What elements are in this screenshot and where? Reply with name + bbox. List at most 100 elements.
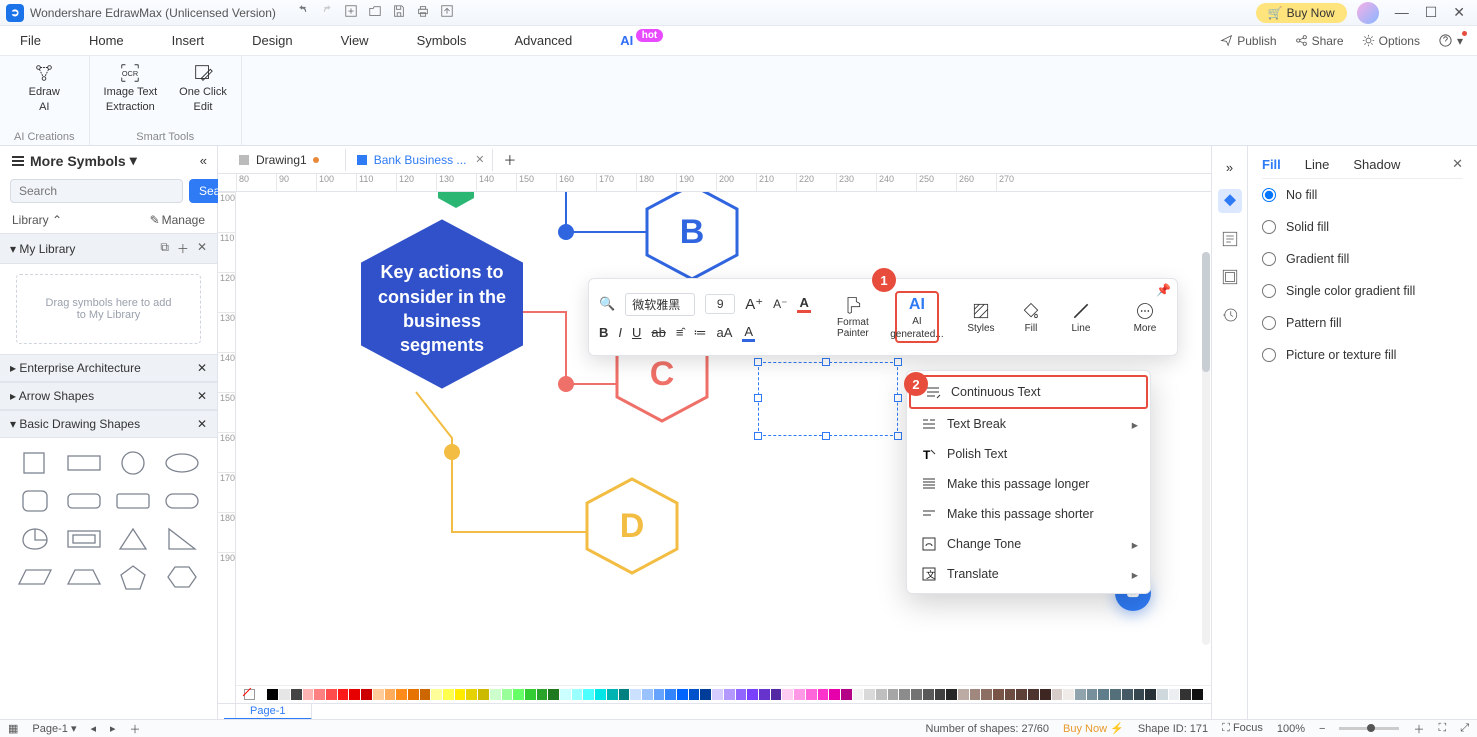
color-swatch[interactable] [724, 689, 735, 700]
manage-library-button[interactable]: ✎Manage [150, 213, 205, 227]
color-swatch[interactable] [267, 689, 278, 700]
line-button[interactable]: Line [1059, 301, 1103, 334]
color-swatch[interactable] [385, 689, 396, 700]
buy-now-button[interactable]: 🛒 Buy Now [1256, 3, 1347, 23]
font-color-icon[interactable]: A [797, 295, 810, 313]
color-swatch[interactable] [1169, 689, 1180, 700]
color-swatch[interactable] [1122, 689, 1133, 700]
undo-icon[interactable] [296, 4, 310, 21]
strikethrough-icon[interactable]: ab [651, 325, 665, 340]
open-icon[interactable] [368, 4, 382, 21]
zoom-text-icon[interactable]: 🔍 [599, 296, 615, 312]
menu-view[interactable]: View [341, 33, 369, 48]
underline-icon[interactable]: U [632, 325, 641, 340]
drawing-canvas[interactable]: Key actions to consider in the business … [236, 192, 1211, 685]
fill-option-none[interactable]: No fill [1262, 179, 1463, 211]
color-swatch[interactable] [607, 689, 618, 700]
page-tab-1[interactable]: Page-1 [224, 704, 312, 720]
share-button[interactable]: Share [1295, 34, 1344, 48]
color-swatch[interactable] [560, 689, 571, 700]
selection-handle[interactable] [822, 358, 830, 366]
color-swatch[interactable] [1005, 689, 1016, 700]
no-color-swatch[interactable] [244, 689, 255, 700]
color-swatch[interactable] [806, 689, 817, 700]
tab-fill[interactable]: Fill [1262, 157, 1281, 172]
shape-rounded-rect2[interactable] [111, 484, 156, 518]
panel-close-icon[interactable]: ✕ [1452, 156, 1463, 172]
selection-handle[interactable] [894, 358, 902, 366]
pin-icon[interactable]: 📌 [1156, 283, 1171, 297]
export-icon[interactable] [440, 4, 454, 21]
color-swatch[interactable] [1075, 689, 1086, 700]
shape-triangle[interactable] [111, 522, 156, 556]
help-button[interactable]: ▾ [1438, 33, 1463, 48]
shape-ellipse[interactable] [160, 446, 205, 480]
color-swatch[interactable] [888, 689, 899, 700]
color-swatch[interactable] [794, 689, 805, 700]
category-basic-drawing-shapes[interactable]: ▾ Basic Drawing Shapes✕ [0, 410, 217, 438]
color-swatch[interactable] [1028, 689, 1039, 700]
fill-tool-icon[interactable] [1218, 189, 1242, 213]
selection-handle[interactable] [754, 394, 762, 402]
fit-page-icon[interactable]: ⛶ [1438, 722, 1446, 735]
color-swatch[interactable] [853, 689, 864, 700]
styles-button[interactable]: Styles [959, 301, 1003, 334]
color-swatch[interactable] [1110, 689, 1121, 700]
color-swatch[interactable] [396, 689, 407, 700]
vertical-scrollbar[interactable] [1202, 252, 1210, 645]
color-swatch[interactable] [525, 689, 536, 700]
mylib-copy-icon[interactable]: ⧉ [160, 240, 169, 257]
menu-ai[interactable]: AIhot [620, 33, 633, 48]
color-swatch[interactable] [1180, 689, 1191, 700]
color-swatch[interactable] [864, 689, 875, 700]
history-tool-icon[interactable] [1218, 303, 1242, 327]
ctx-make-shorter[interactable]: Make this passage shorter [907, 499, 1150, 529]
color-swatch[interactable] [689, 689, 700, 700]
selection-handle[interactable] [822, 432, 830, 440]
shape-parallelogram[interactable] [12, 560, 57, 594]
tab-shadow[interactable]: Shadow [1353, 157, 1400, 172]
color-swatch[interactable] [759, 689, 770, 700]
selection-handle[interactable] [754, 432, 762, 440]
color-swatch[interactable] [455, 689, 466, 700]
menu-home[interactable]: Home [89, 33, 124, 48]
zoom-out-icon[interactable]: − [1319, 723, 1325, 735]
color-swatch[interactable] [279, 689, 290, 700]
color-swatch[interactable] [466, 689, 477, 700]
color-swatch[interactable] [911, 689, 922, 700]
ctx-polish-text[interactable]: TPolish Text [907, 439, 1150, 469]
selection-handle[interactable] [894, 432, 902, 440]
ctx-text-break[interactable]: Text Break▸ [907, 409, 1150, 439]
color-swatch[interactable] [841, 689, 852, 700]
format-painter-button[interactable]: Format Painter [831, 295, 875, 339]
publish-button[interactable]: Publish [1220, 34, 1276, 48]
color-swatch[interactable] [1145, 689, 1156, 700]
hex-b[interactable]: B [642, 192, 742, 282]
color-swatch[interactable] [1134, 689, 1145, 700]
cat-close-icon[interactable]: ✕ [197, 361, 207, 375]
color-swatch[interactable] [747, 689, 758, 700]
menu-advanced[interactable]: Advanced [514, 33, 572, 48]
color-swatch[interactable] [1157, 689, 1168, 700]
bullet-list-icon[interactable]: ≔ [693, 325, 706, 341]
color-swatch[interactable] [326, 689, 337, 700]
ai-generated-button[interactable]: AI AI generated... [895, 291, 939, 343]
banner-payment[interactable]: Payment Continue to leverage alternative… [736, 192, 991, 292]
color-swatch[interactable] [490, 689, 501, 700]
symbol-search-input[interactable] [10, 179, 183, 203]
shape-teardrop[interactable] [12, 522, 57, 556]
cat-close-icon[interactable]: ✕ [197, 417, 207, 431]
color-swatch[interactable] [502, 689, 513, 700]
tab-close-icon[interactable]: ✕ [475, 153, 484, 166]
color-swatch[interactable] [1040, 689, 1051, 700]
shape-pentagon[interactable] [111, 560, 156, 594]
hub-hexagon[interactable]: Key actions to consider in the business … [352, 214, 532, 404]
color-swatch[interactable] [619, 689, 630, 700]
color-swatch[interactable] [970, 689, 981, 700]
tab-drawing1[interactable]: Drawing1 [228, 149, 346, 171]
color-swatch[interactable] [935, 689, 946, 700]
color-swatch[interactable] [677, 689, 688, 700]
color-swatch[interactable] [338, 689, 349, 700]
focus-mode-button[interactable]: ⛶ Focus [1222, 722, 1263, 735]
selection-handle[interactable] [754, 358, 762, 366]
